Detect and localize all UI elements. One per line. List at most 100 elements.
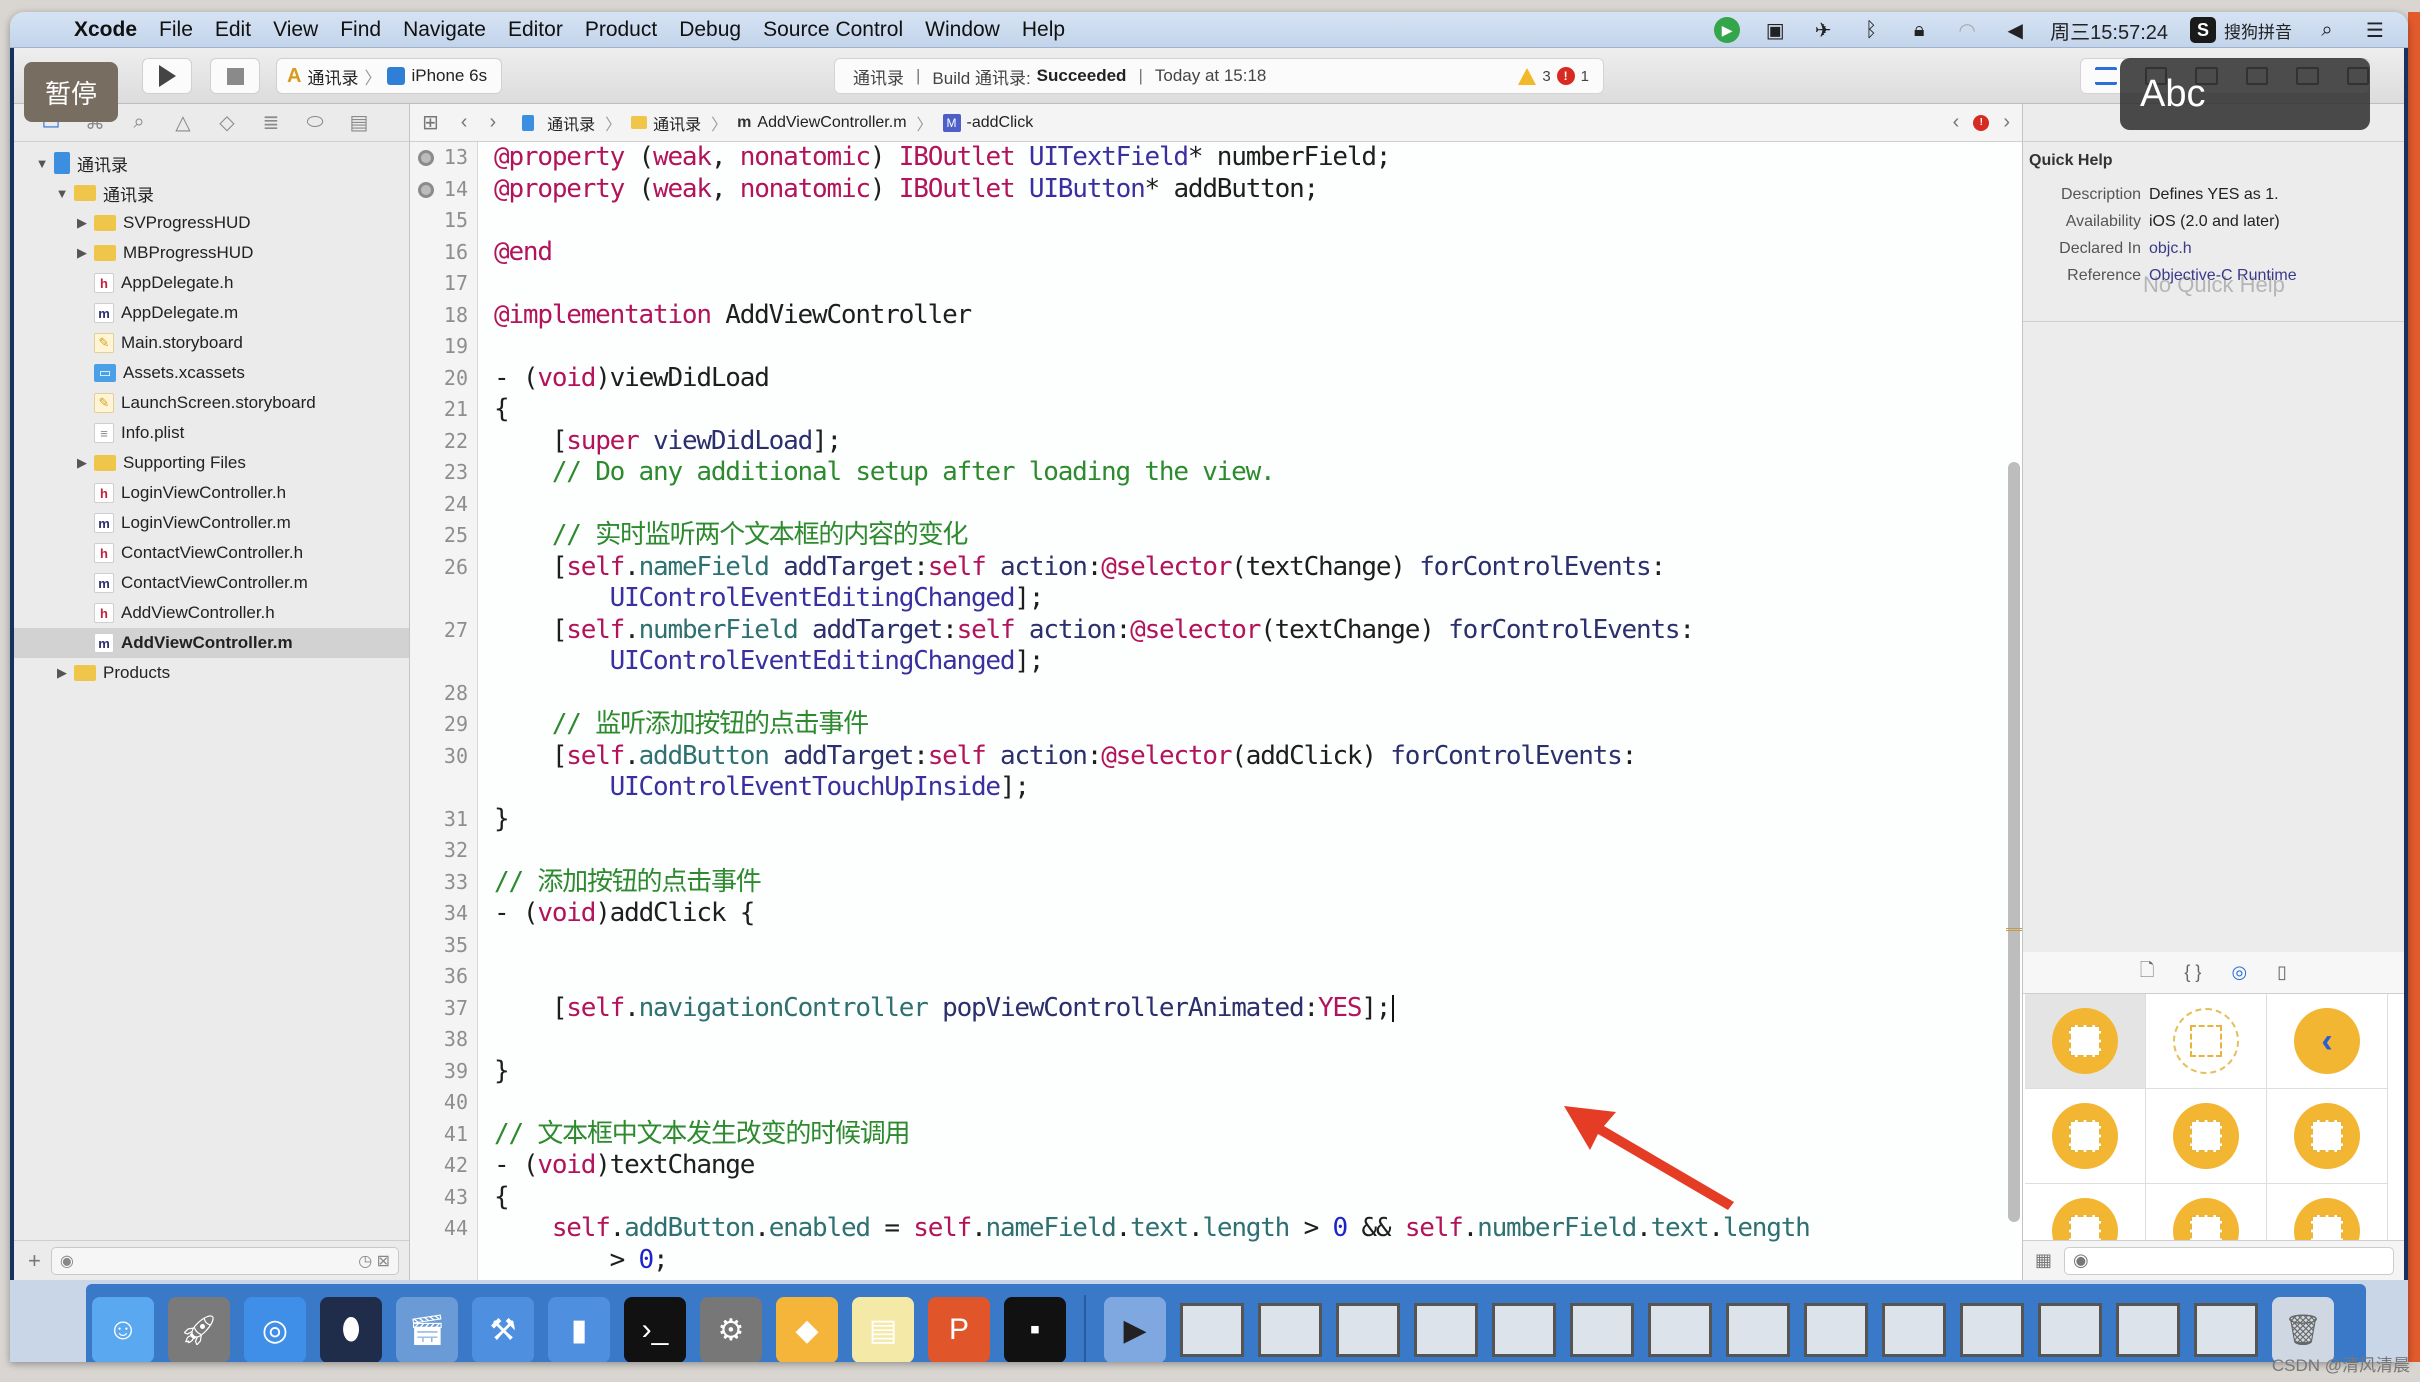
breadcrumb-method[interactable]: M -addClick [942, 113, 1033, 132]
tree-item[interactable]: ✎ Main.storyboard [14, 328, 409, 358]
code-line[interactable]: 32 [410, 835, 2030, 867]
tree-item[interactable]: m AppDelegate.m [14, 298, 409, 328]
dock-imovie-icon[interactable]: 🎬︎ [396, 1297, 458, 1362]
scheme-selector[interactable]: A 通讯录 〉 iPhone 6s [276, 58, 502, 94]
menu-window[interactable]: Window [925, 18, 1000, 42]
tree-item[interactable]: ▶ SVProgressHUD [14, 208, 409, 238]
tree-item[interactable]: ≡ Info.plist [14, 418, 409, 448]
disclosure-collapsed-icon[interactable]: ▶ [74, 245, 90, 261]
breadcrumb-group[interactable]: 通讯录 [631, 111, 701, 135]
code-line[interactable]: 28 [410, 678, 2030, 710]
code-text[interactable]: // Do any additional setup after loading… [494, 457, 1276, 489]
dock-minimized-window[interactable] [2038, 1303, 2102, 1357]
code-line[interactable]: 41 // 文本框中文本发生改变的时候调用 [410, 1119, 2030, 1151]
next-issue-icon[interactable]: › [2003, 111, 2010, 134]
library-object-tab-bar-controller[interactable] [2267, 1089, 2388, 1184]
code-line[interactable]: 29 // 监听添加按钮的点击事件 [410, 709, 2030, 741]
tree-item[interactable]: ▶ Supporting Files [14, 448, 409, 478]
code-line[interactable]: 16 @end [410, 237, 2030, 269]
code-line[interactable]: 43 { [410, 1182, 2030, 1214]
code-line[interactable]: 18 @implementation AddViewController [410, 300, 2030, 332]
quick-help-value[interactable]: objc.h [2149, 240, 2192, 258]
dock-launchpad-icon[interactable]: 🚀︎ [168, 1297, 230, 1362]
object-library-icon[interactable]: ◎ [2231, 962, 2247, 983]
menu-file[interactable]: File [159, 18, 193, 42]
menu-source-control[interactable]: Source Control [763, 18, 903, 42]
code-line[interactable]: 19 [410, 331, 2030, 363]
dock-minimized-window[interactable] [1492, 1303, 1556, 1357]
code-line[interactable]: 34 - (void)addClick { [410, 898, 2030, 930]
pause-overlay[interactable]: 暂停 [24, 62, 118, 122]
tree-item[interactable]: ▼ 通讯录 [14, 148, 409, 178]
menu-help[interactable]: Help [1022, 18, 1065, 42]
issue-badges[interactable]: 3 ! 1 [1518, 67, 1589, 85]
code-line[interactable]: 36 [410, 961, 2030, 993]
code-line[interactable]: 15 [410, 205, 2030, 237]
code-text[interactable]: @property (weak, nonatomic) IBOutlet UIB… [494, 174, 1319, 206]
code-text[interactable]: { [494, 1182, 510, 1214]
recent-files-icon[interactable]: ◷ ⊠ [358, 1251, 390, 1271]
dock-minimized-window[interactable] [2194, 1303, 2258, 1357]
menu-editor[interactable]: Editor [508, 18, 563, 42]
dock-system-preferences-icon[interactable]: ⚙ [700, 1297, 762, 1362]
code-text[interactable]: - (void)viewDidLoad [494, 363, 770, 395]
code-text[interactable]: } [494, 1056, 510, 1088]
code-line[interactable]: 25 // 实时监听两个文本框的内容的变化 [410, 520, 2030, 552]
code-line[interactable]: 17 [410, 268, 2030, 300]
dock-media-player-icon[interactable]: ▶ [1104, 1297, 1166, 1362]
code-text[interactable]: } [494, 804, 510, 836]
menu-find[interactable]: Find [340, 18, 381, 42]
tree-item[interactable]: h AppDelegate.h [14, 268, 409, 298]
code-text[interactable]: @implementation AddViewController [494, 300, 972, 332]
warning-triangle-icon[interactable]: △ [172, 112, 194, 134]
tree-item[interactable]: m ContactViewController.m [14, 568, 409, 598]
disclosure-collapsed-icon[interactable]: ▶ [74, 455, 90, 471]
airplane-icon[interactable]: ✈ [1810, 17, 1836, 43]
error-icon[interactable]: ! [1973, 114, 1990, 131]
code-line[interactable]: 14 @property (weak, nonatomic) IBOutlet U… [410, 174, 2030, 206]
notification-center-icon[interactable]: ☰ [2362, 17, 2388, 43]
library-object-table-view-controller[interactable] [2025, 1089, 2146, 1184]
breadcrumb-project[interactable]: 通讯录 [518, 111, 595, 135]
code-line[interactable]: 24 [410, 489, 2030, 521]
code-line[interactable]: 20 - (void)viewDidLoad [410, 363, 2030, 395]
tree-item[interactable]: h AddViewController.h [14, 598, 409, 628]
tree-item[interactable]: m LoginViewController.m [14, 508, 409, 538]
code-text[interactable]: [self.numberField addTarget:self action:… [494, 615, 1695, 647]
source-editor[interactable]: 13 @property (weak, nonatomic) IBOutlet U… [410, 142, 2030, 1280]
disclosure-collapsed-icon[interactable]: ▶ [74, 215, 90, 231]
add-file-button[interactable]: + [28, 1248, 41, 1274]
code-line[interactable]: 38 [410, 1024, 2030, 1056]
bluetooth-icon[interactable]: ᛒ [1858, 17, 1884, 43]
previous-issue-icon[interactable]: ‹ [1953, 111, 1960, 134]
related-items-icon[interactable]: ⊞ [422, 110, 439, 135]
dock-minimized-window[interactable] [1570, 1303, 1634, 1357]
code-text[interactable]: UIControlEventTouchUpInside]; [494, 772, 1030, 804]
code-line[interactable]: 40 [410, 1087, 2030, 1119]
code-text[interactable]: // 实时监听两个文本框的内容的变化 [494, 520, 969, 552]
standard-editor-icon[interactable] [2095, 67, 2118, 85]
code-text[interactable]: [super viewDidLoad]; [494, 426, 842, 458]
code-line[interactable]: 33 // 添加按钮的点击事件 [410, 867, 2030, 899]
code-line[interactable]: 13 @property (weak, nonatomic) IBOutlet U… [410, 142, 2030, 174]
input-method-label[interactable]: 搜狗拼音 [2224, 18, 2292, 43]
dock-notes-icon[interactable]: ▤ [852, 1297, 914, 1362]
dock-minimized-window[interactable] [1726, 1303, 1790, 1357]
code-line[interactable]: 37 [self.navigationController popViewCon… [410, 993, 2030, 1025]
search-icon[interactable]: ⌕ [128, 111, 150, 134]
run-button[interactable] [142, 58, 192, 94]
menu-product[interactable]: Product [585, 18, 657, 42]
disclosure-collapsed-icon[interactable]: ▶ [54, 665, 70, 681]
tree-item[interactable]: ▼ 通讯录 [14, 178, 409, 208]
library-object-collection-view-controller[interactable] [2146, 1089, 2267, 1184]
breadcrumb-file[interactable]: m AddViewController.m [737, 114, 906, 132]
library-object-view-controller[interactable] [2025, 994, 2146, 1089]
code-line[interactable]: 35 [410, 930, 2030, 962]
wifi-icon[interactable]: ◠ [1954, 17, 1980, 43]
code-text[interactable]: [self.addButton addTarget:self action:@s… [494, 741, 1637, 773]
dock-safari-icon[interactable]: ◎ [244, 1297, 306, 1362]
code-line[interactable]: UIControlEventEditingChanged]; [410, 646, 2030, 678]
tree-item[interactable]: m AddViewController.m [14, 628, 409, 658]
stop-button[interactable] [210, 58, 260, 94]
dock-simulator-icon[interactable]: ▮ [548, 1297, 610, 1362]
